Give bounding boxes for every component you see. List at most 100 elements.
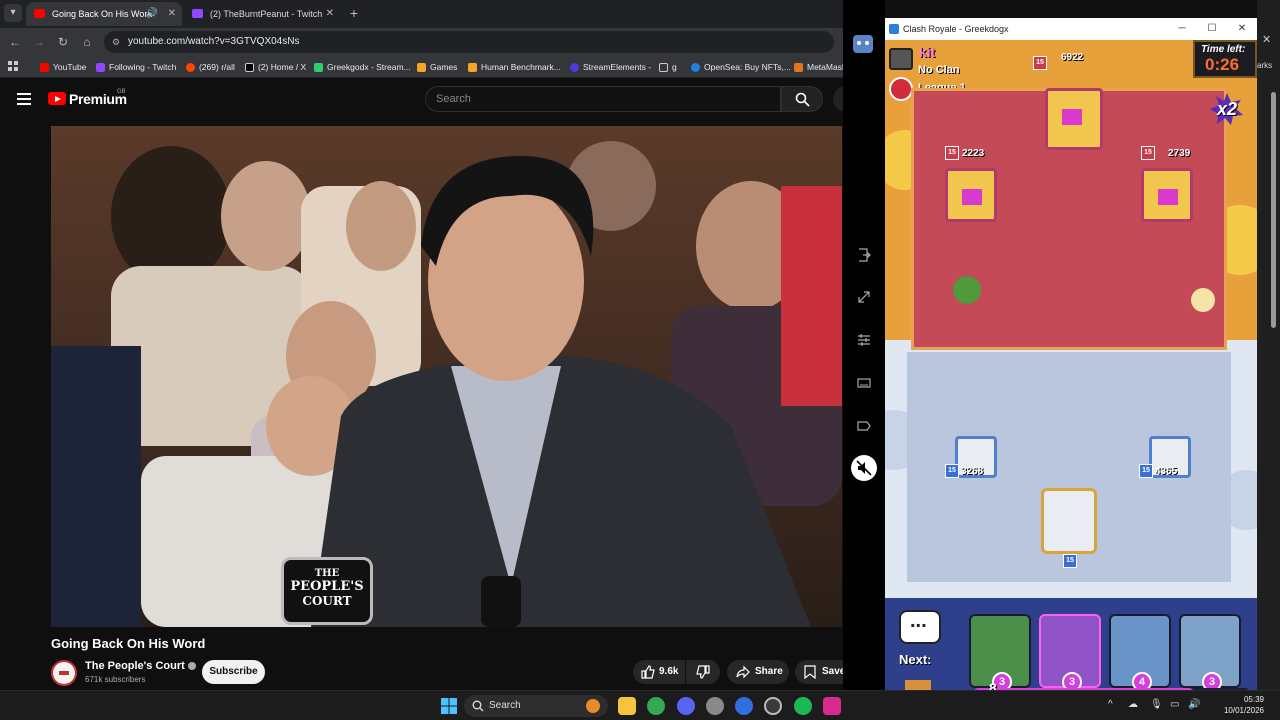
clash-royale-app-icon[interactable] <box>823 697 841 715</box>
browser-tab-bar: ▾ Going Back On His Word 🔊 ✕ (2) TheBurn… <box>0 0 843 28</box>
youtube-page: Premium GB Search THE PEOPLE'S COURT Goi… <box>0 78 847 690</box>
own-right-tower-hp: 4365 <box>1155 466 1178 477</box>
bot-icon[interactable] <box>853 35 873 53</box>
bookmark-greekgodx[interactable]: Greekgodx - Stream... <box>314 60 411 74</box>
bookmark-metamask[interactable]: MetaMask <box>794 60 846 74</box>
channel-name[interactable]: The People's Court <box>85 660 196 672</box>
bookmark-streamelements[interactable]: StreamElements - <box>570 60 651 74</box>
exit-icon[interactable] <box>857 248 871 262</box>
new-tab-button[interactable]: + <box>346 4 362 22</box>
card-hand-panel: Next: 3 3 4 3 8 <box>885 598 1257 690</box>
twitch-favicon-icon <box>192 9 203 18</box>
onedrive-icon[interactable]: ☁ <box>1128 699 1138 710</box>
thumbs-up-icon <box>641 665 655 679</box>
sliders-icon[interactable] <box>857 333 871 347</box>
microphone-icon[interactable]: 🎙 <box>1150 699 1163 710</box>
tab-audio-icon[interactable]: 🔊 <box>146 2 158 26</box>
network-icon[interactable]: ▭ <box>1170 699 1179 710</box>
card-slot-1[interactable]: 3 <box>969 614 1031 690</box>
streamelements-icon <box>570 63 579 72</box>
window-title: Clash Royale - Greekdogx <box>903 24 1009 34</box>
folder-icon <box>659 63 668 72</box>
metamask-icon <box>794 63 803 72</box>
url-text: youtube.com/watch?v=3GTVQX04sNs <box>128 36 300 47</box>
ccleaner-icon[interactable] <box>735 697 753 715</box>
maximize-button[interactable]: ☐ <box>1197 18 1227 40</box>
bookmark-youtube[interactable]: YouTube <box>40 60 86 74</box>
like-button[interactable]: 9.6k <box>633 660 685 684</box>
bookmark-twitch[interactable]: Following - Twitch <box>96 60 176 74</box>
taskbar-search[interactable]: Search <box>464 695 608 717</box>
subscribe-button[interactable]: Subscribe <box>202 660 265 684</box>
windows-taskbar: Search ^ ☁ 🎙 ▭ 🔊 05:39 10/01/2026 <box>0 690 1280 720</box>
bookmark-games[interactable]: Games <box>417 60 457 74</box>
minimize-button[interactable]: ─ <box>1167 18 1197 40</box>
bookmark-folder-g[interactable]: g <box>659 60 677 74</box>
game-viewport[interactable]: kit No Clan League 1 Time left: 0:26 15 … <box>885 40 1257 690</box>
apps-grid-icon[interactable] <box>8 61 19 72</box>
dislike-button[interactable] <box>686 660 720 684</box>
save-button[interactable]: Save <box>795 660 845 684</box>
discord-icon[interactable] <box>677 697 695 715</box>
search-input[interactable]: Search <box>425 86 781 112</box>
card-slot-4[interactable]: 3 <box>1179 614 1241 690</box>
expand-icon[interactable] <box>857 290 871 304</box>
bookmarks-bar: YouTube Following - Twitch (269) r/all (… <box>0 56 846 78</box>
tab-close-icon[interactable]: ✕ <box>326 2 334 26</box>
tab-twitch[interactable]: (2) TheBurntPeanut - Twitch ✕ <box>184 2 340 26</box>
chrome-icon[interactable] <box>647 697 665 715</box>
card-slot-2[interactable]: 3 <box>1039 614 1101 690</box>
own-king-tower <box>1041 488 1097 554</box>
volume-icon[interactable]: 🔊 <box>1188 699 1200 710</box>
card-slot-3[interactable]: 4 <box>1109 614 1171 690</box>
tab-close-icon[interactable]: ✕ <box>168 2 176 26</box>
system-clock[interactable]: 05:39 10/01/2026 <box>1208 694 1264 716</box>
site-info-icon[interactable]: ⚙ <box>112 36 124 48</box>
spotify-icon[interactable] <box>794 697 812 715</box>
search-icon <box>472 700 484 712</box>
bookmark-x[interactable]: (2) Home / X <box>245 60 306 74</box>
youtube-icon <box>40 63 49 72</box>
side-tool-strip <box>843 0 885 690</box>
background-window-edge: ✕ arks <box>1257 0 1280 690</box>
bookmark-human-benchmark[interactable]: Human Benchmark... <box>468 60 561 74</box>
bookmark-reddit[interactable]: (269) r/all <box>186 60 235 74</box>
video-player[interactable]: THE PEOPLE'S COURT <box>51 126 842 627</box>
label-icon[interactable] <box>857 419 871 433</box>
keyboard-icon[interactable] <box>857 376 871 390</box>
tab-label: Going Back On His Word <box>52 9 153 19</box>
tab-label: (2) TheBurntPeanut - Twitch <box>210 9 323 19</box>
close-icon[interactable]: ✕ <box>1262 33 1271 46</box>
url-bar[interactable]: ⚙ youtube.com/watch?v=3GTVQX04sNs <box>104 31 834 53</box>
menu-icon[interactable] <box>17 93 31 105</box>
window-titlebar[interactable]: Clash Royale - Greekdogx ─ ☐ ✕ <box>885 18 1257 40</box>
channel-avatar[interactable] <box>51 660 77 686</box>
tray-chevron-icon[interactable]: ^ <box>1108 699 1113 710</box>
lightning-icon <box>468 63 477 72</box>
thumbs-down-icon <box>696 665 710 679</box>
tab-search-menu-icon[interactable]: ▾ <box>4 4 22 22</box>
youtube-logo-icon[interactable] <box>48 92 66 105</box>
mute-toggle-button[interactable] <box>851 455 877 481</box>
app-icon <box>889 24 899 34</box>
clash-royale-window: Clash Royale - Greekdogx ─ ☐ ✕ kit No Cl… <box>885 18 1257 690</box>
search-button[interactable] <box>781 86 823 112</box>
home-button[interactable]: ⌂ <box>78 33 96 51</box>
settings-icon[interactable] <box>706 697 724 715</box>
forward-button[interactable]: → <box>30 33 48 51</box>
next-card-label: Next: <box>899 652 932 667</box>
back-button[interactable]: ← <box>6 33 24 51</box>
emote-chat-button[interactable] <box>899 610 941 644</box>
scrollbar-thumb[interactable] <box>1271 92 1276 328</box>
close-window-button[interactable]: ✕ <box>1227 18 1257 40</box>
file-explorer-icon[interactable] <box>618 697 636 715</box>
video-frame <box>51 126 842 627</box>
share-button[interactable]: Share <box>727 660 789 684</box>
app-icon[interactable] <box>764 697 782 715</box>
windows-start-icon[interactable] <box>440 697 458 715</box>
bookmark-opensea[interactable]: OpenSea: Buy NFTs,... <box>691 60 791 74</box>
tab-youtube[interactable]: Going Back On His Word 🔊 ✕ <box>26 2 182 26</box>
x-icon <box>245 63 254 72</box>
tt-icon <box>314 63 323 72</box>
reload-button[interactable]: ↻ <box>54 33 72 51</box>
